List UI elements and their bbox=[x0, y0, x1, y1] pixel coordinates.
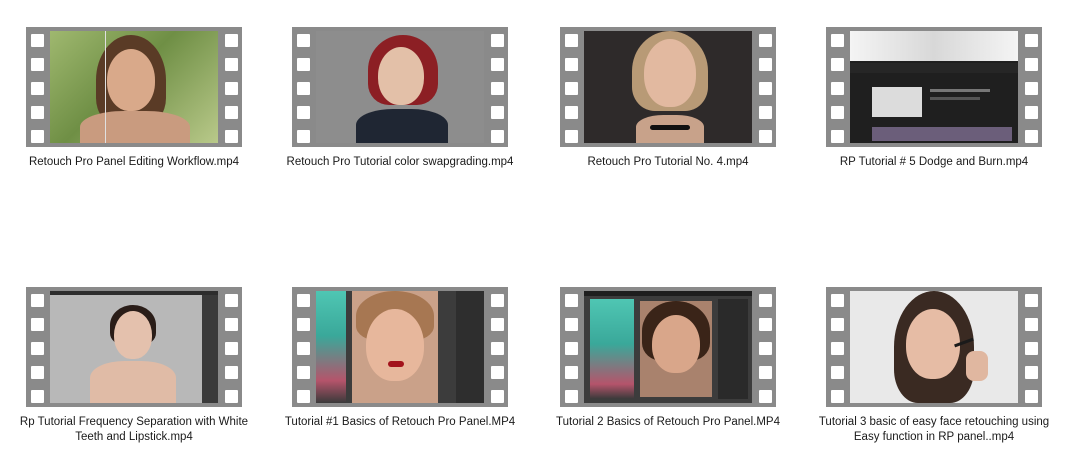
video-file-item[interactable]: Tutorial #1 Basics of Retouch Pro Panel.… bbox=[266, 287, 534, 430]
video-preview-image bbox=[584, 291, 752, 403]
video-file-item[interactable]: Retouch Pro Tutorial color swapgrading.m… bbox=[266, 27, 534, 170]
video-filename[interactable]: Retouch Pro Panel Editing Workflow.mp4 bbox=[0, 155, 268, 170]
video-thumbnail[interactable] bbox=[826, 27, 1042, 147]
video-filename[interactable]: Retouch Pro Tutorial No. 4.mp4 bbox=[534, 155, 802, 170]
video-preview-image bbox=[50, 291, 218, 403]
video-filename[interactable]: Tutorial 2 Basics of Retouch Pro Panel.M… bbox=[534, 415, 802, 430]
film-strip-icon bbox=[292, 287, 314, 407]
film-strip-icon bbox=[560, 287, 582, 407]
video-filename[interactable]: Retouch Pro Tutorial color swapgrading.m… bbox=[266, 155, 534, 170]
video-file-item[interactable]: RP Tutorial # 5 Dodge and Burn.mp4 bbox=[800, 27, 1068, 170]
video-thumbnail[interactable] bbox=[26, 27, 242, 147]
video-thumbnail[interactable] bbox=[292, 287, 508, 407]
video-preview-image bbox=[584, 31, 752, 143]
video-thumbnail[interactable] bbox=[560, 287, 776, 407]
video-thumbnail[interactable] bbox=[292, 27, 508, 147]
video-file-item[interactable]: Retouch Pro Tutorial No. 4.mp4 bbox=[534, 27, 802, 170]
film-strip-icon bbox=[826, 27, 848, 147]
video-file-item[interactable]: Retouch Pro Panel Editing Workflow.mp4 bbox=[0, 27, 268, 170]
film-strip-icon bbox=[26, 287, 48, 407]
video-preview-image bbox=[50, 31, 218, 143]
video-file-item[interactable]: Tutorial 2 Basics of Retouch Pro Panel.M… bbox=[534, 287, 802, 430]
video-thumbnail[interactable] bbox=[26, 287, 242, 407]
video-filename[interactable]: Tutorial 3 basic of easy face retouching… bbox=[800, 415, 1068, 445]
film-strip-icon bbox=[220, 287, 242, 407]
film-strip-icon bbox=[1020, 27, 1042, 147]
video-file-item[interactable]: Rp Tutorial Frequency Separation with Wh… bbox=[0, 287, 268, 445]
video-preview-image bbox=[850, 291, 1018, 403]
video-filename[interactable]: Rp Tutorial Frequency Separation with Wh… bbox=[0, 415, 268, 445]
video-thumbnail[interactable] bbox=[826, 287, 1042, 407]
film-strip-icon bbox=[560, 27, 582, 147]
film-strip-icon bbox=[292, 27, 314, 147]
film-strip-icon bbox=[826, 287, 848, 407]
video-file-item[interactable]: Tutorial 3 basic of easy face retouching… bbox=[800, 287, 1068, 445]
video-preview-image bbox=[850, 31, 1018, 143]
film-strip-icon bbox=[486, 287, 508, 407]
video-preview-image bbox=[316, 291, 484, 403]
film-strip-icon bbox=[1020, 287, 1042, 407]
video-preview-image bbox=[316, 31, 484, 143]
film-strip-icon bbox=[754, 27, 776, 147]
video-filename[interactable]: RP Tutorial # 5 Dodge and Burn.mp4 bbox=[800, 155, 1068, 170]
video-thumbnail[interactable] bbox=[560, 27, 776, 147]
video-filename[interactable]: Tutorial #1 Basics of Retouch Pro Panel.… bbox=[266, 415, 534, 430]
film-strip-icon bbox=[486, 27, 508, 147]
film-strip-icon bbox=[754, 287, 776, 407]
film-strip-icon bbox=[220, 27, 242, 147]
film-strip-icon bbox=[26, 27, 48, 147]
